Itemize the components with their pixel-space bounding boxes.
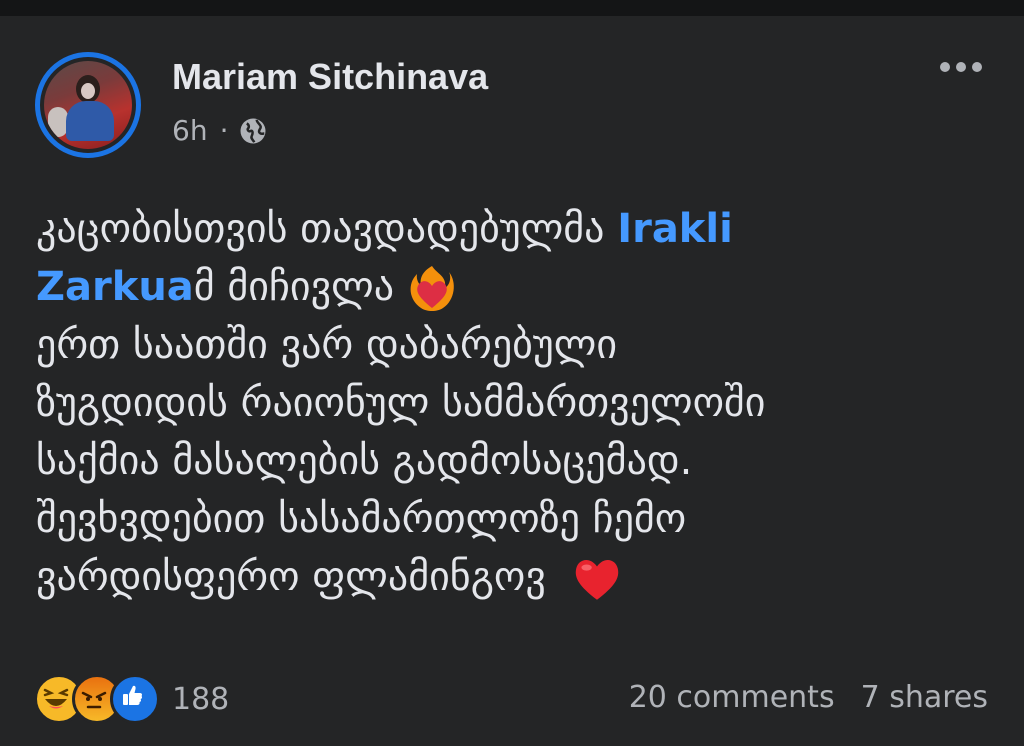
red-heart-icon: [575, 560, 618, 600]
reactions-summary[interactable]: 188: [34, 674, 229, 724]
meta-separator: ·: [219, 114, 229, 147]
post-text: კაცობისთვის თავდადებულმა Irakli Zarkuaმ …: [36, 200, 996, 606]
post-line-1: კაცობისთვის თავდადებულმა Irakli: [36, 206, 733, 252]
author-avatar[interactable]: [35, 52, 141, 158]
top-bar: [0, 0, 1024, 16]
more-options-icon[interactable]: [940, 62, 982, 72]
post-line-4: ზუგდიდის რაიონულ სამმართველოში: [36, 380, 766, 426]
post-meta: 6h ·: [172, 114, 268, 147]
author-name[interactable]: Mariam Sitchinava: [172, 56, 488, 98]
shares-count[interactable]: 7 shares: [861, 680, 988, 715]
post-line-2: Zarkuaმ მიჩივლა: [36, 258, 996, 316]
post-time[interactable]: 6h: [172, 114, 208, 147]
heart-on-fire-icon: [410, 266, 454, 311]
post-line-6: შევხვდებით სასამართლოზე ჩემო: [36, 496, 687, 542]
reaction-count: 188: [172, 681, 230, 717]
like-icon: [110, 674, 160, 724]
comments-count[interactable]: 20 comments: [629, 680, 835, 715]
post-line-3: ერთ საათში ვარ დაბარებული: [36, 322, 618, 368]
avatar-photo: [44, 61, 132, 149]
post-line-5: საქმია მასალების გადმოსაცემად.: [36, 438, 693, 484]
mention-link[interactable]: Zarkua: [36, 264, 194, 310]
post-footer: 188 20 comments 7 shares: [34, 674, 994, 724]
globe-icon: [240, 118, 266, 143]
post-stats: 20 comments 7 shares: [629, 680, 988, 715]
post-line-7: ვარდისფერო ფლამინგოვ: [36, 548, 996, 606]
mention-link[interactable]: Irakli: [617, 206, 733, 252]
